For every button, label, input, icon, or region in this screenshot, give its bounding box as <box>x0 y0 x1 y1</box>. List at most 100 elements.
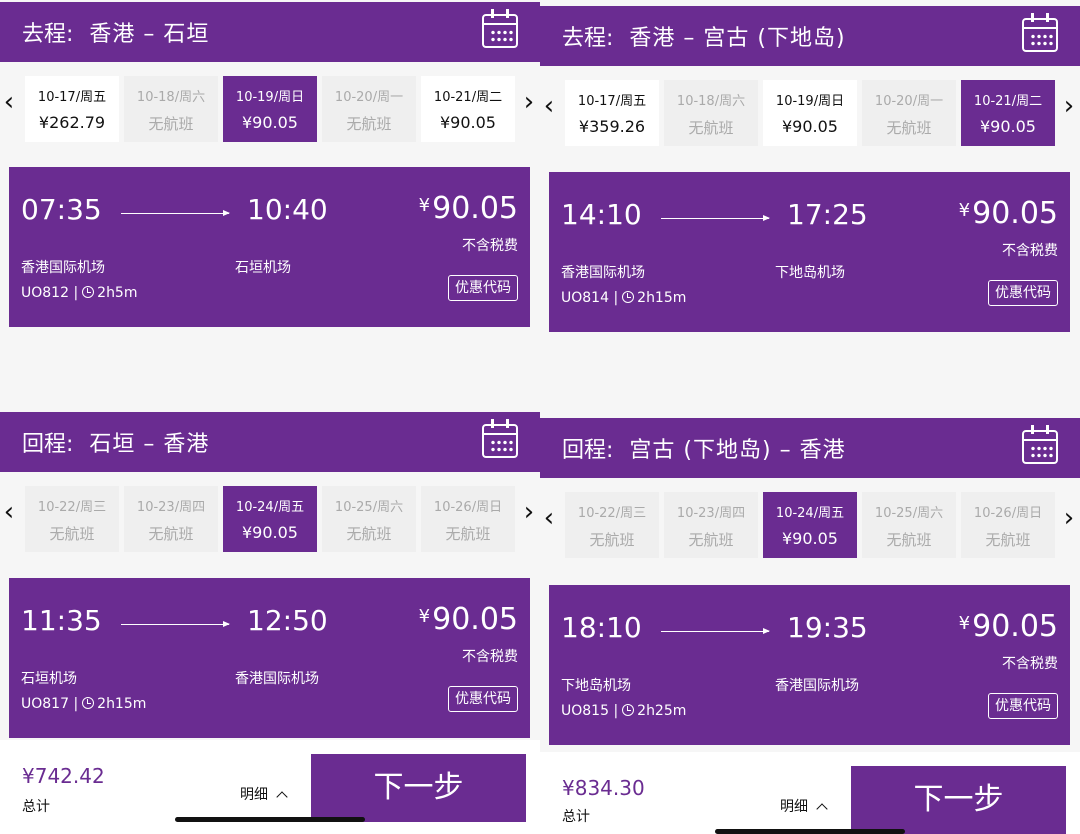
date-selector: ‹ 10-22/周三 无航班 10-23/周四 无航班 10-24/周五 ¥90.05… <box>540 482 1080 562</box>
chevron-left-icon[interactable]: ‹ <box>2 88 16 116</box>
booking-panel-right: 去程: 香港 – 宫古 (下地岛) ‹ 10-17/周五 ¥359.26 10-1… <box>540 0 1080 834</box>
arrow-icon <box>661 628 770 634</box>
next-step-button[interactable]: 下一步 <box>851 766 1066 834</box>
date-tab[interactable]: 10-20/周一 无航班 <box>322 76 416 142</box>
return-header: 回程: 宫古 (下地岛) – 香港 <box>540 418 1080 478</box>
date-tab-selected[interactable]: 10-21/周二 ¥90.05 <box>961 80 1055 146</box>
flight-card[interactable]: 07:35 10:40 ¥90.05 不含税费 香港国际机场 石垣机场 UO81… <box>9 167 530 327</box>
chevron-left-icon[interactable]: ‹ <box>542 504 556 532</box>
home-indicator <box>175 817 365 822</box>
chevron-left-icon[interactable]: ‹ <box>542 92 556 120</box>
calendar-icon[interactable] <box>482 419 518 458</box>
arrow-icon <box>121 210 230 216</box>
arrow-icon <box>121 621 230 627</box>
date-tab-selected[interactable]: 10-24/周五 ¥90.05 <box>763 492 857 558</box>
chevron-up-icon <box>276 791 288 803</box>
tax-note: 不含税费 <box>1002 656 1058 672</box>
promo-code-button[interactable]: 优惠代码 <box>988 280 1058 306</box>
segment-label: 去程: <box>562 26 614 51</box>
total-price: ¥834.30 <box>562 776 645 800</box>
flight-price: ¥90.05 <box>958 609 1058 644</box>
total-label: 总计 <box>562 809 590 825</box>
flight-price: ¥90.05 <box>418 602 518 637</box>
flight-info: UO812 | 2h5m <box>21 285 138 301</box>
date-tab[interactable]: 10-20/周一 无航班 <box>862 80 956 146</box>
flight-info: UO817 | 2h15m <box>21 696 147 712</box>
flight-card[interactable]: 18:10 19:35 ¥90.05 不含税费 下地岛机场 香港国际机场 UO8… <box>549 585 1070 745</box>
date-tab[interactable]: 10-21/周二 ¥90.05 <box>421 76 515 142</box>
clock-icon <box>82 286 95 298</box>
flight-info: UO815 | 2h25m <box>561 703 687 719</box>
date-tab[interactable]: 10-17/周五 ¥262.79 <box>25 76 119 142</box>
return-header: 回程: 石垣 – 香港 <box>0 412 540 472</box>
chevron-right-icon[interactable]: › <box>1062 504 1076 532</box>
date-tab[interactable]: 10-23/周四 无航班 <box>124 486 218 552</box>
chevron-right-icon[interactable]: › <box>522 88 536 116</box>
flight-card[interactable]: 11:35 12:50 ¥90.05 不含税费 石垣机场 香港国际机场 UO81… <box>9 578 530 738</box>
chevron-left-icon[interactable]: ‹ <box>2 498 16 526</box>
departure-airport: 石垣机场 <box>21 671 77 687</box>
date-tab[interactable]: 10-23/周四 无航班 <box>664 492 758 558</box>
arrival-time: 17:25 <box>787 198 868 231</box>
arrival-airport: 香港国际机场 <box>235 671 319 687</box>
tax-note: 不含税费 <box>462 649 518 665</box>
flight-card[interactable]: 14:10 17:25 ¥90.05 不含税费 香港国际机场 下地岛机场 UO8… <box>549 172 1070 332</box>
departure-time: 07:35 <box>21 193 102 226</box>
route-title: 宫古 (下地岛) – 香港 <box>629 438 846 463</box>
promo-code-button[interactable]: 优惠代码 <box>988 693 1058 719</box>
departure-airport: 香港国际机场 <box>21 260 105 276</box>
calendar-icon[interactable] <box>1022 13 1058 52</box>
clock-icon <box>622 291 635 303</box>
segment-label: 去程: <box>22 22 74 47</box>
promo-code-button[interactable]: 优惠代码 <box>448 275 518 301</box>
date-tab[interactable]: 10-26/周日 无航班 <box>421 486 515 552</box>
flight-price: ¥90.05 <box>418 191 518 226</box>
chevron-right-icon[interactable]: › <box>1062 92 1076 120</box>
clock-icon <box>622 704 635 716</box>
arrival-time: 10:40 <box>247 193 328 226</box>
next-step-button[interactable]: 下一步 <box>311 754 526 822</box>
date-tab[interactable]: 10-25/周六 无航班 <box>862 492 956 558</box>
date-tab[interactable]: 10-18/周六 无航班 <box>664 80 758 146</box>
arrow-icon <box>661 215 770 221</box>
promo-code-button[interactable]: 优惠代码 <box>448 686 518 712</box>
calendar-icon[interactable] <box>482 9 518 48</box>
home-indicator <box>715 829 905 834</box>
departure-airport: 下地岛机场 <box>561 678 631 694</box>
date-selector: ‹ 10-17/周五 ¥359.26 10-18/周六 无航班 10-19/周日 ¥9… <box>540 70 1080 150</box>
arrival-airport: 香港国际机场 <box>775 678 859 694</box>
date-tab[interactable]: 10-22/周三 无航班 <box>565 492 659 558</box>
departure-time: 14:10 <box>561 198 642 231</box>
route-title: 香港 – 石垣 <box>89 22 210 47</box>
date-selector: ‹ 10-17/周五 ¥262.79 10-18/周六 无航班 10-19/周日 ¥9… <box>0 66 540 146</box>
arrival-time: 12:50 <box>247 604 328 637</box>
segment-label: 回程: <box>562 438 614 463</box>
arrival-airport: 石垣机场 <box>235 260 291 276</box>
chevron-right-icon[interactable]: › <box>522 498 536 526</box>
date-tab-selected[interactable]: 10-24/周五 ¥90.05 <box>223 486 317 552</box>
date-tab[interactable]: 10-17/周五 ¥359.26 <box>565 80 659 146</box>
tax-note: 不含税费 <box>462 238 518 254</box>
tax-note: 不含税费 <box>1002 243 1058 259</box>
departure-time: 18:10 <box>561 611 642 644</box>
total-label: 总计 <box>22 799 50 815</box>
date-selector: ‹ 10-22/周三 无航班 10-23/周四 无航班 10-24/周五 ¥90.05… <box>0 476 540 556</box>
date-tab[interactable]: 10-26/周日 无航班 <box>961 492 1055 558</box>
total-price: ¥742.42 <box>22 764 105 788</box>
departure-time: 11:35 <box>21 604 102 637</box>
date-tab[interactable]: 10-22/周三 无航班 <box>25 486 119 552</box>
date-tab[interactable]: 10-18/周六 无航班 <box>124 76 218 142</box>
chevron-up-icon <box>816 803 828 815</box>
route-title: 石垣 – 香港 <box>89 432 210 457</box>
details-toggle[interactable]: 明细 <box>780 796 828 816</box>
departure-airport: 香港国际机场 <box>561 265 645 281</box>
date-tab[interactable]: 10-25/周六 无航班 <box>322 486 416 552</box>
flight-price: ¥90.05 <box>958 196 1058 231</box>
details-toggle[interactable]: 明细 <box>240 784 288 804</box>
outbound-header: 去程: 香港 – 石垣 <box>0 2 540 62</box>
date-tab[interactable]: 10-19/周日 ¥90.05 <box>763 80 857 146</box>
checkout-footer: ¥834.30 总计 明细 下一步 <box>540 752 1080 834</box>
calendar-icon[interactable] <box>1022 425 1058 464</box>
arrival-time: 19:35 <box>787 611 868 644</box>
date-tab-selected[interactable]: 10-19/周日 ¥90.05 <box>223 76 317 142</box>
